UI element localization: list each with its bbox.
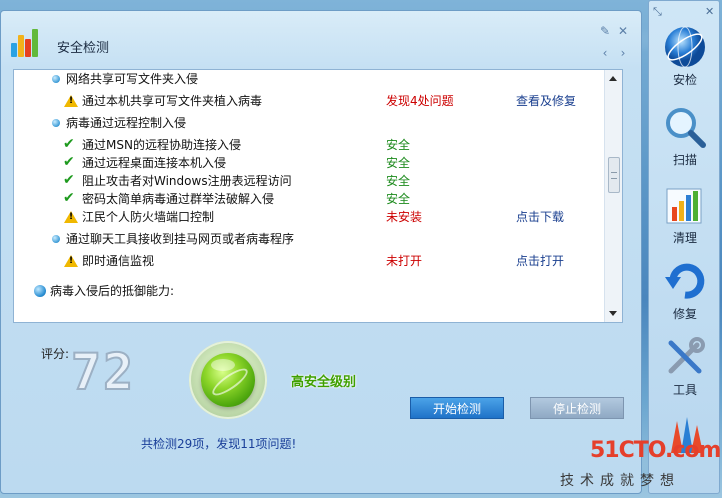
sidebar-item-label: 扫描	[672, 153, 697, 167]
score-value: 72	[70, 343, 136, 401]
globe-icon	[665, 26, 705, 68]
check-icon: ✔	[63, 172, 75, 188]
sidebar-item-scan[interactable]: 扫描	[649, 105, 721, 181]
check-label: 病毒通过远程控制入侵	[66, 116, 187, 130]
sidebar-item-tools[interactable]: 工具	[649, 335, 721, 411]
check-category: 网络共享可写文件夹入侵	[14, 70, 604, 88]
check-status: 未打开	[386, 254, 423, 268]
scroll-up-icon[interactable]	[609, 76, 617, 81]
watermark-logo: 51CTO.com	[590, 438, 721, 463]
warning-icon	[64, 95, 78, 107]
check-status: 安全	[386, 174, 411, 188]
vertical-scrollbar[interactable]	[604, 70, 622, 322]
check-item: ✔ 通过MSN的远程协助连接入侵 安全	[14, 136, 604, 154]
sidebar-item-label: 工具	[672, 383, 697, 397]
check-status: 安全	[386, 138, 411, 152]
warning-icon	[64, 211, 78, 223]
check-action-link[interactable]: 查看及修复	[516, 92, 576, 110]
sidebar-item-repair[interactable]: 修复	[649, 259, 721, 335]
check-label: 密码太简单病毒通过群举法破解入侵	[82, 192, 275, 206]
restore-icon[interactable]: ⤡	[653, 5, 662, 19]
check-label: 通过MSN的远程协助连接入侵	[82, 138, 241, 152]
check-item: 江民个人防火墙端口控制 未安装 点击下载	[14, 208, 604, 226]
toolbar-close-icon[interactable]: ✕	[705, 5, 714, 18]
check-label: 病毒入侵后的抵御能力:	[50, 284, 175, 298]
check-results-panel: 网络共享可写文件夹入侵通过本机共享可写文件夹植入病毒 发现4处问题 查看及修复病毒通…	[13, 69, 623, 323]
sidebar-item-label: 安检	[672, 73, 697, 87]
bullet-icon	[52, 235, 60, 243]
check-item: 通过本机共享可写文件夹植入病毒 发现4处问题 查看及修复	[14, 92, 604, 110]
sidebar-item-clean[interactable]: 清理	[649, 183, 721, 259]
repair-arrow-icon	[665, 263, 705, 299]
check-action-link[interactable]: 点击打开	[516, 252, 564, 270]
check-item: ✔ 阻止攻击者对Windows注册表远程访问 安全	[14, 172, 604, 190]
check-item: ✔ 密码太简单病毒通过群举法破解入侵 安全	[14, 190, 604, 208]
check-label: 通过远程桌面连接本机入侵	[82, 156, 227, 170]
prev-arrow-icon[interactable]: ‹	[598, 46, 612, 60]
stop-scan-button[interactable]: 停止检测	[530, 397, 624, 419]
main-toolbar: ⤡ ✕ 安检 扫描 清理 修复 工具	[648, 0, 720, 494]
sidebar-item-label: 清理	[672, 231, 697, 245]
check-label: 江民个人防火墙端口控制	[82, 210, 215, 224]
security-check-dialog: 安全检测 ✎ ✕ ‹ › 网络共享可写文件夹入侵通过本机共享可写文件夹植入病毒 发…	[0, 10, 642, 494]
sidebar-item-scan-check[interactable]: 安检	[649, 25, 721, 101]
scroll-thumb[interactable]	[608, 157, 620, 193]
check-label: 阻止攻击者对Windows注册表远程访问	[82, 174, 292, 188]
check-status: 安全	[386, 156, 411, 170]
sidebar-item-label: 修复	[672, 307, 697, 321]
start-scan-button[interactable]: 开始检测	[410, 397, 504, 419]
pin-icon[interactable]: ✎	[598, 24, 612, 38]
warning-icon	[64, 255, 78, 267]
check-icon: ✔	[63, 190, 75, 206]
chart-icon	[666, 188, 702, 224]
window-title: 安全检测	[57, 41, 110, 56]
check-label: 即时通信监视	[82, 254, 155, 268]
check-action-link[interactable]: 点击下载	[516, 208, 564, 226]
tools-icon	[668, 337, 705, 374]
check-label: 通过聊天工具接收到挂马网页或者病毒程序	[66, 232, 295, 246]
scroll-down-icon[interactable]	[609, 311, 617, 316]
app-logo-icon	[11, 25, 43, 57]
check-status: 安全	[386, 192, 411, 206]
watermark-tagline: 技术成就梦想	[560, 473, 680, 489]
check-status: 未安装	[386, 210, 423, 224]
security-level: 高安全级别	[291, 375, 357, 390]
status-globe-icon	[189, 341, 267, 419]
globe-bullet-icon	[34, 285, 46, 297]
magnifier-icon	[666, 108, 706, 148]
check-section: 病毒入侵后的抵御能力:	[14, 282, 604, 300]
check-item: ✔ 通过远程桌面连接本机入侵 安全	[14, 154, 604, 172]
scan-summary: 共检测29项，发现11项问题!	[141, 437, 297, 451]
check-icon: ✔	[63, 154, 75, 170]
bullet-icon	[52, 119, 60, 127]
check-label: 通过本机共享可写文件夹植入病毒	[82, 94, 263, 108]
check-category: 通过聊天工具接收到挂马网页或者病毒程序	[14, 230, 604, 248]
next-arrow-icon[interactable]: ›	[616, 46, 630, 60]
close-icon[interactable]: ✕	[616, 24, 630, 38]
check-status: 发现4处问题	[386, 94, 454, 108]
check-label: 网络共享可写文件夹入侵	[66, 72, 199, 86]
check-category: 病毒通过远程控制入侵	[14, 114, 604, 132]
check-icon: ✔	[63, 136, 75, 152]
check-item: 即时通信监视 未打开 点击打开	[14, 252, 604, 270]
bullet-icon	[52, 75, 60, 83]
score-label: 评分:	[41, 347, 70, 361]
